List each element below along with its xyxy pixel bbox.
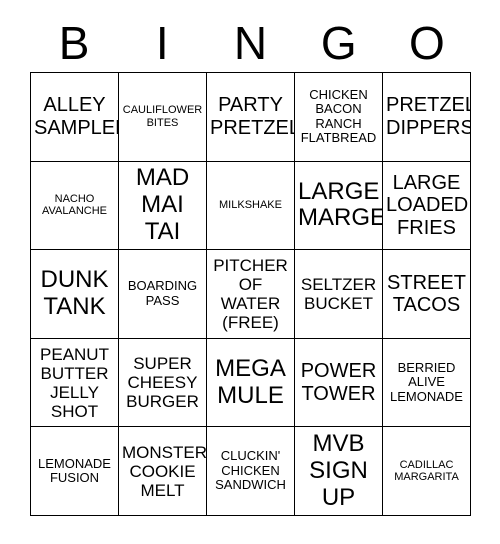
bingo-cell[interactable]: MVB SIGN UP xyxy=(295,427,383,516)
bingo-cell-label: PRETZEL DIPPERS xyxy=(386,94,471,139)
bingo-cell[interactable]: MEGA MULE xyxy=(207,338,295,428)
bingo-grid: ALLEY SAMPLER CAULIFLOWER BITES PARTY PR… xyxy=(30,72,471,516)
bingo-cell[interactable]: NACHO AVALANCHE xyxy=(31,161,119,251)
bingo-cell-label: MVB SIGN UP xyxy=(309,429,368,511)
bingo-cell-label: POWER TOWER xyxy=(300,360,377,405)
bingo-cell-label: CAULIFLOWER BITES xyxy=(122,104,203,129)
bingo-cell[interactable]: DUNK TANK xyxy=(31,250,119,339)
bingo-cell[interactable]: CHICKEN BACON RANCH FLATBREAD xyxy=(295,73,383,162)
bingo-header-letter-b: B xyxy=(58,17,90,69)
bingo-cell-label: CHICKEN BACON RANCH FLATBREAD xyxy=(300,86,377,146)
bingo-cell[interactable]: PARTY PRETZEL xyxy=(207,73,295,162)
bingo-cell-label: PEANUT BUTTER JELLY SHOT xyxy=(40,344,109,421)
bingo-cell[interactable]: LARGE MARGE xyxy=(295,161,383,251)
bingo-cell[interactable]: LARGE LOADED FRIES xyxy=(383,161,471,251)
bingo-header-row: B I N G O xyxy=(30,14,471,72)
bingo-cell-label: MONSTER COOKIE MELT xyxy=(122,442,207,500)
bingo-cell[interactable]: SUPER CHEESY BURGER xyxy=(119,338,207,428)
bingo-cell[interactable]: BERRIED ALIVE LEMONADE xyxy=(383,338,471,428)
bingo-header-letter-g: G xyxy=(320,17,357,69)
bingo-cell[interactable]: PEANUT BUTTER JELLY SHOT xyxy=(31,338,119,428)
bingo-cell-label: PARTY PRETZEL xyxy=(210,94,295,139)
bingo-header-letter-i: I xyxy=(155,17,169,69)
bingo-cell-label: LARGE LOADED FRIES xyxy=(386,171,469,239)
bingo-cell-label: CLUCKIN' CHICKEN SANDWICH xyxy=(215,448,286,493)
bingo-cell-label: PITCHER OF WATER (FREE) xyxy=(213,255,288,333)
bingo-cell-label: SUPER CHEESY BURGER xyxy=(126,354,199,412)
bingo-cell[interactable]: MAD MAI TAI xyxy=(119,161,207,251)
bingo-cell-label: DUNK TANK xyxy=(40,266,109,320)
bingo-cell-label: NACHO AVALANCHE xyxy=(41,193,107,218)
bingo-header-letter-o: O xyxy=(409,17,445,69)
bingo-cell-label: BERRIED ALIVE LEMONADE xyxy=(390,359,463,404)
bingo-cell[interactable]: CLUCKIN' CHICKEN SANDWICH xyxy=(207,427,295,516)
bingo-cell-label: LEMONADE FUSION xyxy=(38,455,111,486)
bingo-cell[interactable]: POWER TOWER xyxy=(295,338,383,428)
bingo-cell-label: MEGA MULE xyxy=(215,354,286,409)
bingo-cell-label: ALLEY SAMPLER xyxy=(34,94,118,139)
bingo-cell[interactable]: STREET TACOS xyxy=(383,250,471,339)
bingo-cell[interactable]: SELTZER BUCKET xyxy=(295,250,383,339)
bingo-cell-label: MAD MAI TAI xyxy=(135,164,190,245)
bingo-card: B I N G O ALLEY SAMPLER CAULIFLOWER BITE… xyxy=(0,0,500,544)
bingo-cell-free[interactable]: PITCHER OF WATER (FREE) xyxy=(207,250,295,339)
bingo-cell[interactable]: ALLEY SAMPLER xyxy=(31,73,119,162)
bingo-cell-label: BOARDING PASS xyxy=(127,278,198,308)
bingo-cell[interactable]: LEMONADE FUSION xyxy=(31,427,119,516)
bingo-cell[interactable]: CAULIFLOWER BITES xyxy=(119,73,207,162)
bingo-cell[interactable]: PRETZEL DIPPERS xyxy=(383,73,471,162)
bingo-cell-label: MILKSHAKE xyxy=(219,199,282,212)
bingo-cell-label: LARGE MARGE xyxy=(298,177,383,232)
bingo-cell[interactable]: BOARDING PASS xyxy=(119,250,207,339)
bingo-cell-label: SELTZER BUCKET xyxy=(300,274,377,313)
bingo-cell[interactable]: CADILLAC MARGARITA xyxy=(383,427,471,516)
bingo-cell[interactable]: MONSTER COOKIE MELT xyxy=(119,427,207,516)
bingo-header-letter-n: N xyxy=(233,17,268,69)
bingo-cell-label: STREET TACOS xyxy=(387,271,466,316)
bingo-cell[interactable]: MILKSHAKE xyxy=(207,161,295,251)
bingo-cell-label: CADILLAC MARGARITA xyxy=(394,458,459,484)
